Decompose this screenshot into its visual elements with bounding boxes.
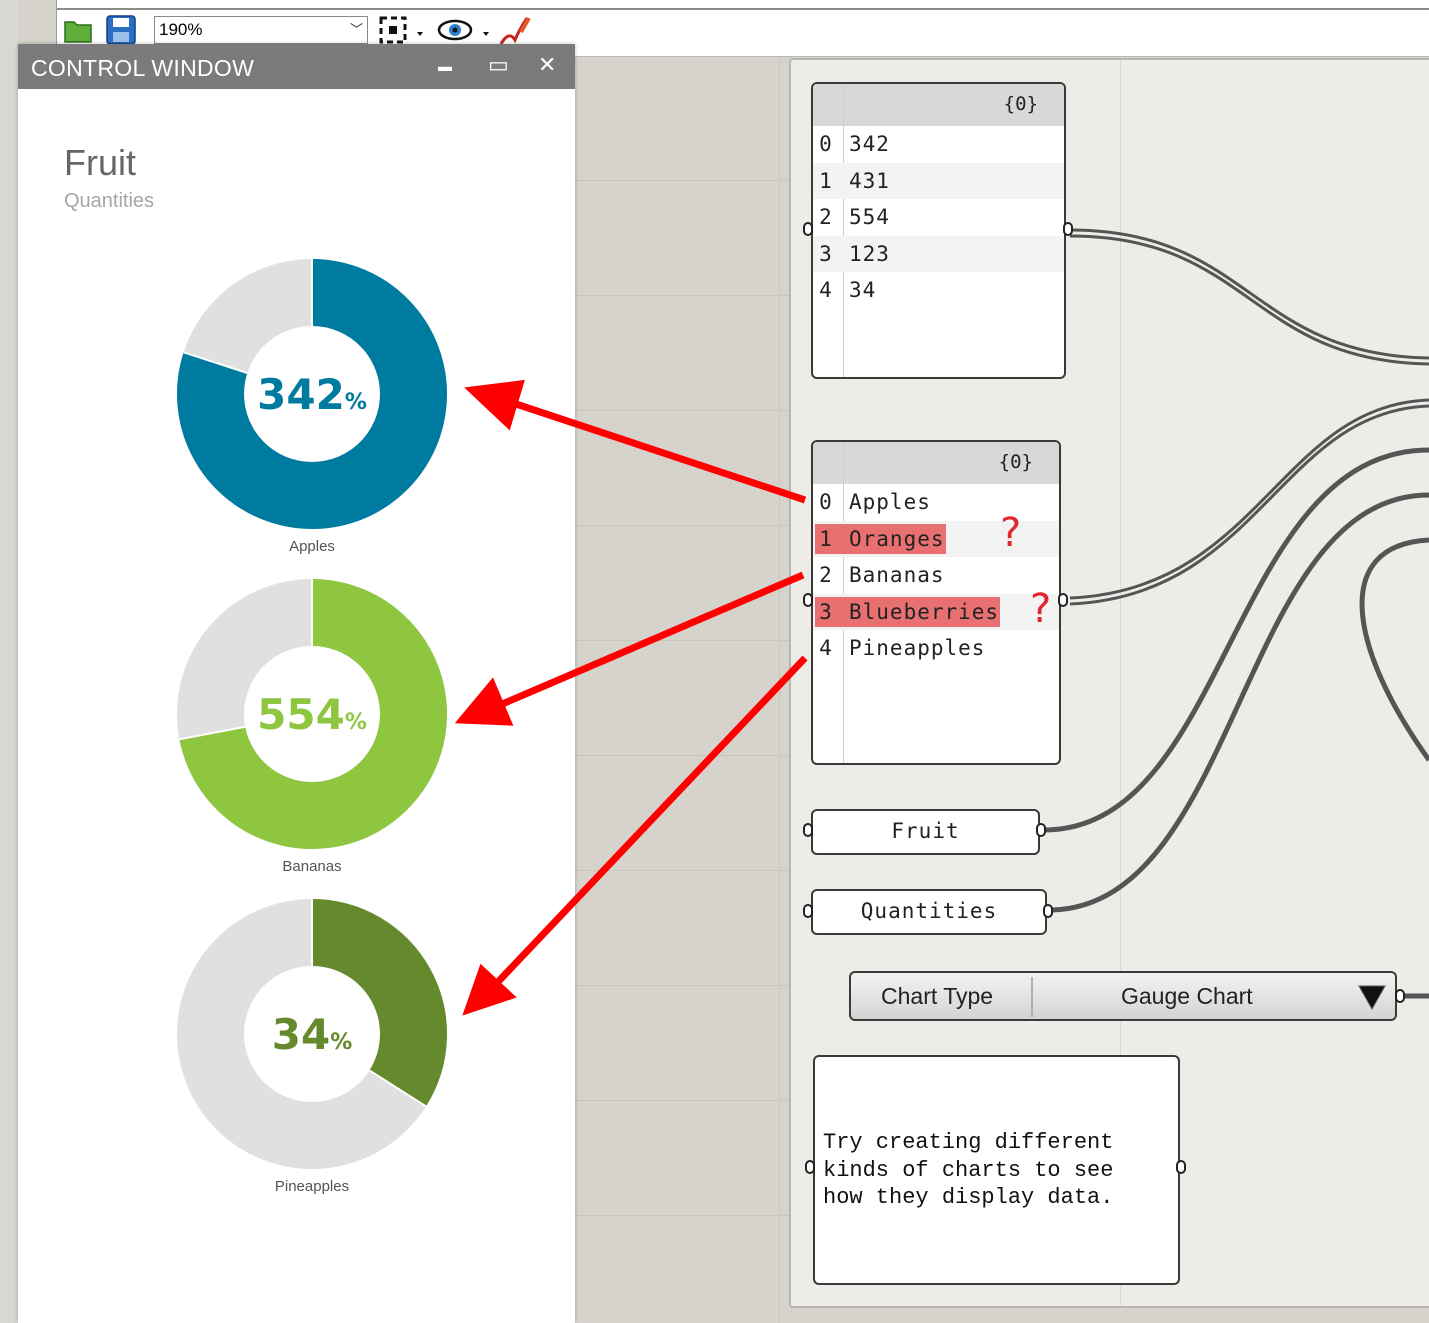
input-port[interactable] <box>803 593 813 607</box>
item-value: Pineapples <box>849 636 986 660</box>
input-port[interactable] <box>803 222 813 236</box>
dropdown-triangle-icon[interactable] <box>1357 983 1387 1011</box>
output-port[interactable] <box>1176 1160 1186 1174</box>
list-item: 3 Blueberries <box>813 593 1059 630</box>
item-index: 0 <box>819 490 833 514</box>
item-index: 4 <box>819 636 833 660</box>
gauge-value: 342% <box>257 370 367 419</box>
item-value: 342 <box>849 132 890 156</box>
divider <box>1031 977 1033 1017</box>
list-item: 4 Pineapples <box>813 630 1059 667</box>
control-window[interactable]: CONTROL WINDOW ▬ ▭ ✕ Fruit Quantities 34… <box>18 44 575 1323</box>
item-index: 2 <box>819 563 833 587</box>
item-value: Bananas <box>849 563 945 587</box>
item-value: Oranges <box>849 526 945 551</box>
names-panel[interactable]: {0} 0 Apples 1 Oranges 2 Bananas 3 Blueberries 4… <box>811 440 1061 765</box>
output-port[interactable] <box>1395 989 1405 1003</box>
item-index: 3 <box>819 599 833 624</box>
wire-fruit <box>1043 447 1429 833</box>
output-port[interactable] <box>1036 823 1046 837</box>
question-mark: ? <box>1000 510 1022 556</box>
gauge-value: 554% <box>257 690 367 739</box>
item-index: 1 <box>819 168 833 193</box>
input-port[interactable] <box>803 823 813 837</box>
list-item: 3 123 <box>813 235 1064 272</box>
list-item: 2 554 <box>813 199 1064 236</box>
question-mark: ? <box>1030 586 1052 632</box>
item-value: 34 <box>849 278 877 302</box>
item-value: Blueberries <box>849 599 1000 624</box>
panel-rows: 0 Apples 1 Oranges 2 Bananas 3 Blueberries 4 Pine… <box>813 484 1059 667</box>
gauge-label: Bananas <box>282 858 342 875</box>
input-port[interactable] <box>803 904 813 918</box>
input-port[interactable] <box>805 1160 815 1174</box>
wire-numbers <box>1069 228 1429 360</box>
fruit-panel-text: Fruit <box>891 819 960 843</box>
item-index: 2 <box>819 205 833 229</box>
panel-header: {0} <box>813 84 1064 126</box>
quantities-panel-text: Quantities <box>860 899 998 923</box>
chart-type-value-list[interactable]: Chart Type Gauge Chart <box>849 971 1397 1021</box>
wire-quantities <box>1051 492 1429 913</box>
item-index: 4 <box>819 278 833 302</box>
gauge-chart: 342% 554% 34% <box>177 259 447 1169</box>
wire-names <box>1069 398 1429 600</box>
list-item: 1 Oranges <box>813 520 1059 557</box>
list-item: 0 Apples <box>813 484 1059 521</box>
item-value: 554 <box>849 205 890 229</box>
panel-header: {0} <box>813 442 1059 484</box>
chart-type-label: Chart Type <box>881 983 994 1009</box>
item-index: 1 <box>819 526 833 551</box>
item-value: 123 <box>849 241 890 266</box>
gauge-value: 34% <box>272 1010 353 1059</box>
list-item: 4 34 <box>813 272 1064 309</box>
item-index: 3 <box>819 241 833 266</box>
output-port[interactable] <box>1058 593 1068 607</box>
item-value: 431 <box>849 168 890 193</box>
output-port[interactable] <box>1063 222 1073 236</box>
item-value: Apples <box>849 490 931 514</box>
panel-rows: 0 342 1 431 2 554 3 123 4 34 <box>813 126 1064 309</box>
quantities-panel[interactable]: Quantities <box>811 889 1047 935</box>
output-port[interactable] <box>1043 904 1053 918</box>
note-panel[interactable]: Try creating different kinds of charts t… <box>813 1055 1180 1285</box>
fruit-panel[interactable]: Fruit <box>811 809 1040 855</box>
gauge-label: Apples <box>289 538 335 555</box>
chart-type-value[interactable]: Gauge Chart <box>1121 983 1253 1010</box>
gauge-label: Pineapples <box>274 1178 350 1195</box>
wire-names <box>1069 404 1429 606</box>
wire-numbers <box>1069 234 1429 366</box>
wire-loop <box>1359 537 1429 762</box>
list-item: 1 431 <box>813 162 1064 199</box>
numbers-panel[interactable]: {0} 0 342 1 431 2 554 3 123 4 34 <box>811 82 1066 379</box>
list-item: 0 342 <box>813 126 1064 163</box>
list-item: 2 Bananas <box>813 557 1059 594</box>
item-index: 0 <box>819 132 833 156</box>
